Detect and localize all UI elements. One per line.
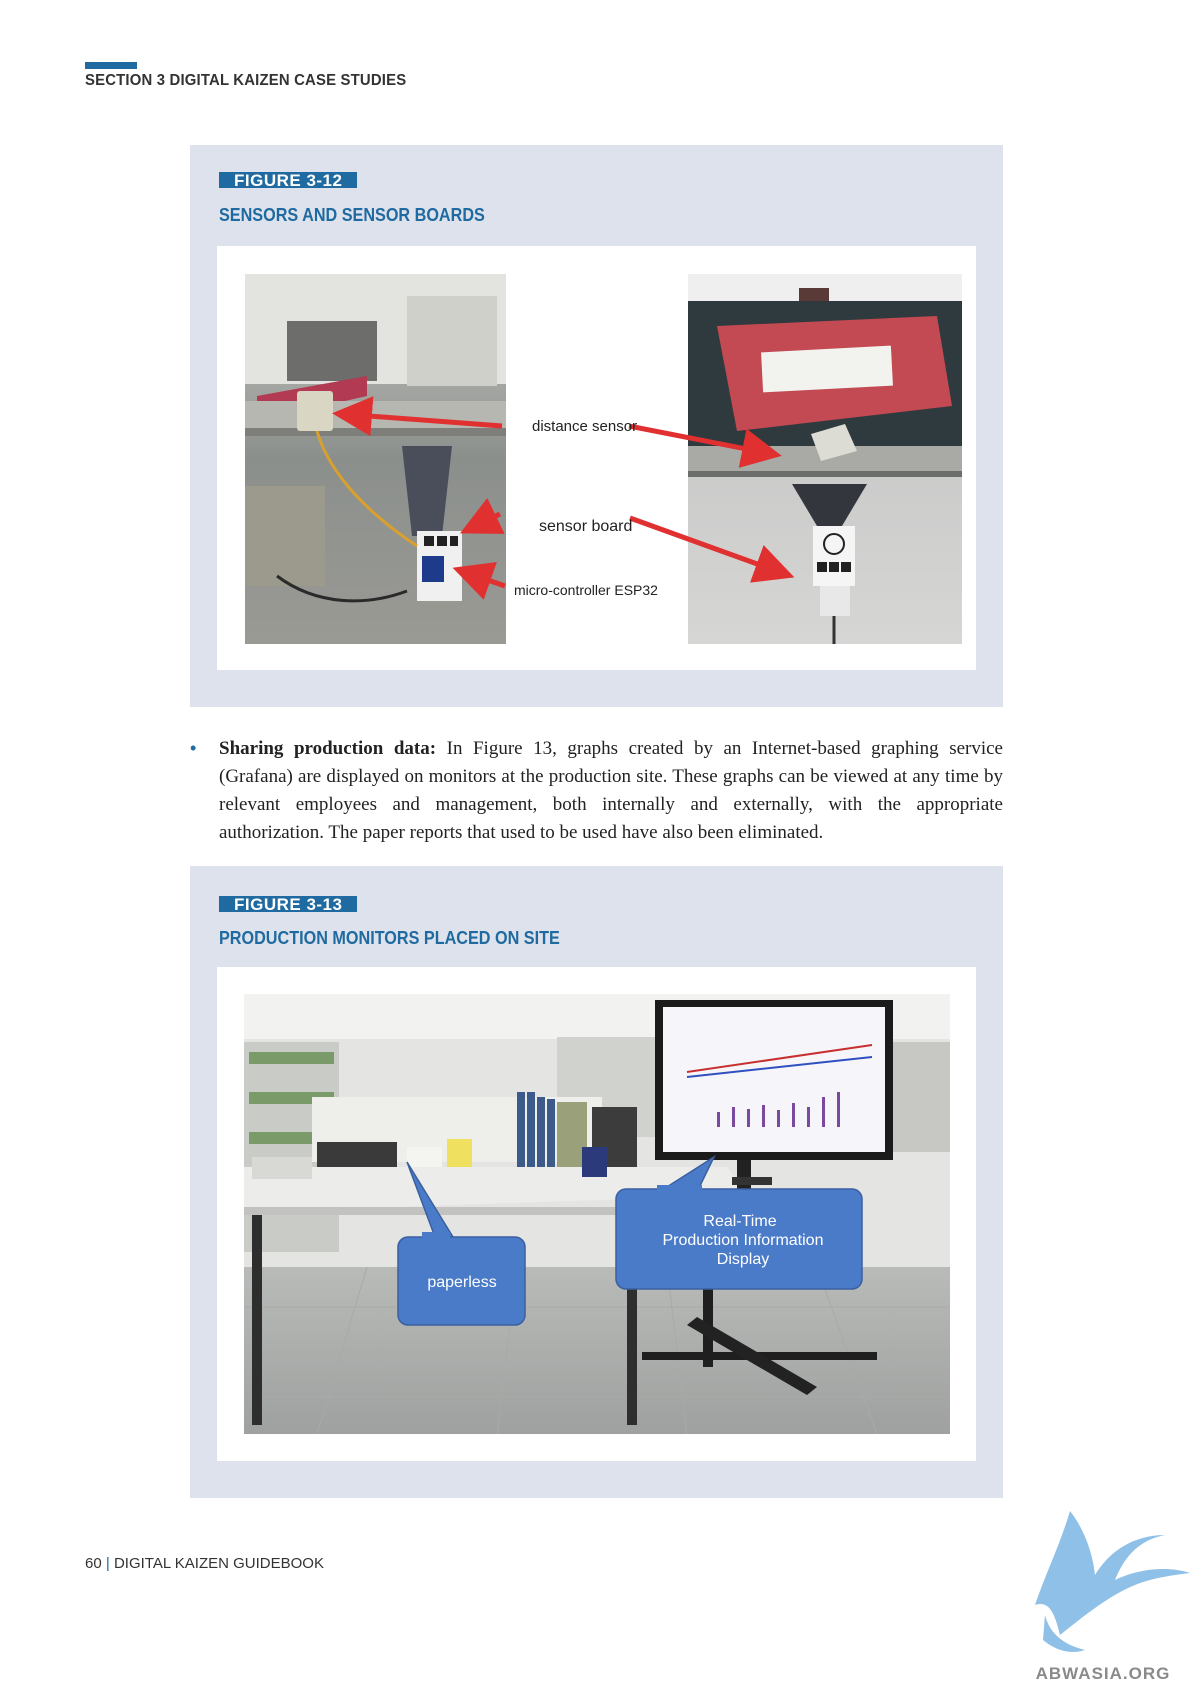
label-distance-sensor: distance sensor [532, 418, 637, 435]
body-paragraph: Sharing production data: In Figure 13, g… [219, 735, 1003, 847]
right-photo [688, 274, 962, 644]
label-microcontroller: micro-controller ESP32 [514, 582, 658, 598]
distance-sensor-left [297, 391, 333, 431]
sensors-photo: distance sensor sensor board micro-contr… [245, 274, 962, 644]
callout-paperless-text: paperless [427, 1274, 496, 1291]
figure-title: PRODUCTION MONITORS PLACED ON SITE [219, 928, 560, 948]
section-accent-bar [85, 62, 137, 69]
figure-title: SENSORS AND SENSOR BOARDS [219, 205, 485, 225]
callout-line-1: Real-Time [703, 1213, 776, 1230]
production-monitor-photo: paperless Real-Time Production Informati… [244, 994, 950, 1435]
page-footer: 60 | DIGITAL KAIZEN GUIDEBOOK [85, 1555, 324, 1572]
paragraph-lead: Sharing production data: [219, 738, 437, 759]
figure-label: FIGURE 3-13 [219, 896, 358, 913]
callout-line-2: Production Information [663, 1232, 824, 1249]
figure-photo-panel: distance sensor sensor board micro-contr… [217, 246, 976, 670]
book-title: DIGITAL KAIZEN GUIDEBOOK [113, 1555, 324, 1572]
label-sensor-board: sensor board [539, 518, 632, 535]
figure-3-13: FIGURE 3-13 PRODUCTION MONITORS PLACED O… [190, 866, 1003, 1498]
section-title: SECTION 3 DIGITAL KAIZEN CASE STUDIES [85, 72, 407, 89]
figure-label: FIGURE 3-12 [219, 172, 358, 189]
figure-3-12: FIGURE 3-12 SENSORS AND SENSOR BOARDS di… [190, 145, 1003, 707]
bird-logo-icon: ABWASIA.ORG [1035, 1511, 1190, 1683]
left-photo [245, 274, 506, 644]
callout-line-3: Display [717, 1251, 769, 1268]
watermark-logo: ABWASIA.ORG [1015, 1505, 1191, 1684]
bullet-icon: • [190, 738, 197, 758]
footer-separator: | [105, 1555, 110, 1572]
figure-photo-panel: paperless Real-Time Production Informati… [217, 967, 976, 1461]
page-number: 60 [85, 1555, 102, 1572]
watermark-text: ABWASIA.ORG [1036, 1664, 1171, 1683]
